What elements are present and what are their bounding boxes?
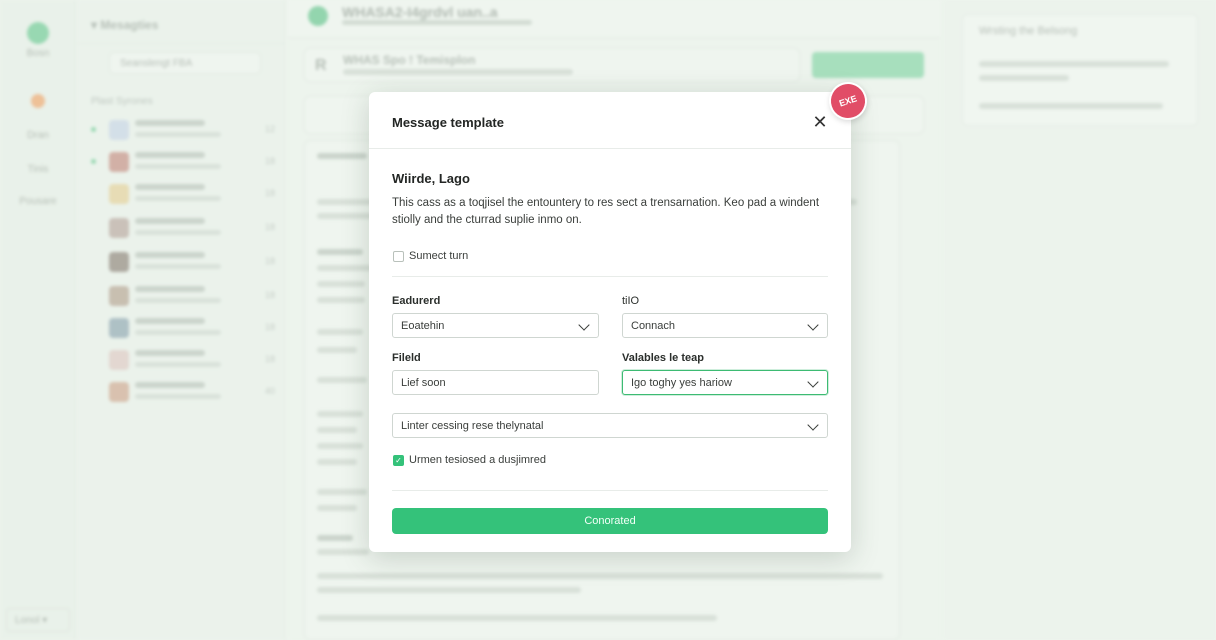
description-text: This cass as a toqjisel the entountery t… xyxy=(392,197,820,226)
field-input[interactable]: Lief soon xyxy=(392,370,599,395)
divider xyxy=(392,276,828,277)
divider xyxy=(392,490,828,491)
divider xyxy=(369,148,851,149)
section-title: Wiirde, Lago xyxy=(392,171,470,186)
close-icon[interactable]: ✕ xyxy=(809,112,831,134)
variables-label: Valables le teap xyxy=(622,352,704,364)
to-label: tiIO xyxy=(622,295,640,307)
variables-select[interactable]: Igo toghy yes hariow xyxy=(622,370,828,395)
urmen-label: Urmen tesiosed a dusjimred xyxy=(409,454,546,466)
chevron-down-icon xyxy=(807,419,819,431)
submit-button[interactable]: Conorated xyxy=(392,508,828,534)
urmen-checkbox[interactable]: ✓ xyxy=(393,455,404,466)
sumect-turn-label: Sumect turn xyxy=(409,250,469,262)
dialog-title: Message template xyxy=(392,115,504,130)
message-select[interactable]: Linter cessing rese thelynatal xyxy=(392,413,828,438)
endpoint-select[interactable]: Eoatehin xyxy=(392,313,599,338)
to-select[interactable]: Connach xyxy=(622,313,828,338)
sumect-turn-checkbox[interactable] xyxy=(393,251,404,262)
chevron-down-icon xyxy=(578,319,590,331)
chevron-down-icon xyxy=(807,376,819,388)
chevron-down-icon xyxy=(807,319,819,331)
field-label: Fileld xyxy=(392,352,421,364)
message-template-dialog: Message template ✕ Wiirde, Lago This cas… xyxy=(369,92,851,552)
endpoint-label: Eadurerd xyxy=(392,295,441,307)
